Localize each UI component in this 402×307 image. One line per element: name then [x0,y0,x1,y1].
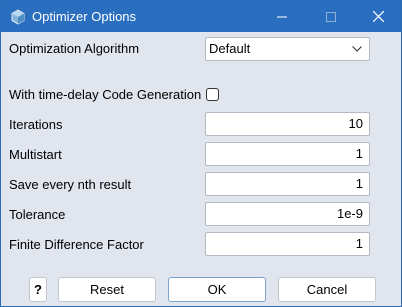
save-every-label: Save every nth result [9,177,132,192]
tolerance-input[interactable]: 1e-9 [205,202,370,226]
cancel-button[interactable]: Cancel [278,277,376,302]
minimize-icon [277,16,287,17]
maximize-icon [326,11,336,22]
close-icon [372,11,384,22]
window-title: Optimizer Options [32,9,137,24]
optimizer-icon [10,9,26,25]
iterations-label: Iterations [9,117,63,132]
finite-diff-label: Finite Difference Factor [9,237,144,252]
close-button[interactable] [355,1,401,32]
tolerance-label: Tolerance [9,207,66,222]
minimize-button[interactable] [259,1,305,32]
time-delay-label: With time-delay Code Generation [9,87,202,102]
save-every-input[interactable]: 1 [205,172,370,196]
time-delay-checkbox[interactable] [206,88,219,101]
help-button[interactable]: ? [29,277,47,302]
optimizer-options-dialog: Optimizer Options Optimization Algorithm… [0,0,402,307]
reset-button[interactable]: Reset [58,277,156,302]
finite-diff-input[interactable]: 1 [205,232,370,256]
chevron-down-icon [352,46,362,52]
algorithm-select[interactable]: Default [205,37,370,61]
ok-button[interactable]: OK [168,277,266,302]
algorithm-label: Optimization Algorithm [9,41,140,56]
maximize-button [308,1,354,32]
multistart-label: Multistart [9,147,62,162]
iterations-input[interactable]: 10 [205,112,370,136]
algorithm-value: Default [209,41,251,56]
multistart-input[interactable]: 1 [205,142,370,166]
title-bar[interactable]: Optimizer Options [1,1,401,32]
